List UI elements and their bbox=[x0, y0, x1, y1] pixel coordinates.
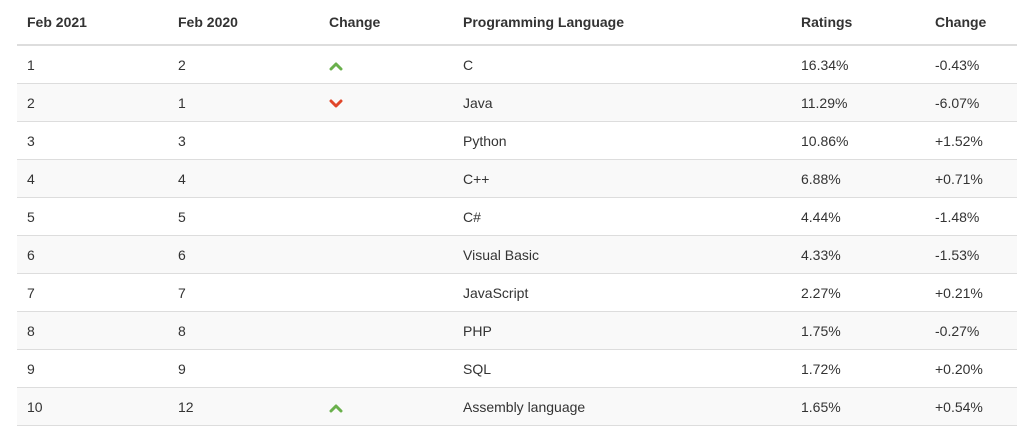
rank-2021-cell: 8 bbox=[17, 311, 168, 350]
trend-cell bbox=[319, 45, 453, 84]
rank-2021-cell: 7 bbox=[17, 273, 168, 312]
rank-2020-cell: 9 bbox=[168, 349, 319, 388]
header-ratings[interactable]: Ratings bbox=[791, 0, 925, 46]
trend-cell bbox=[319, 83, 453, 122]
trend-cell bbox=[319, 311, 453, 350]
language-cell: C bbox=[453, 45, 791, 84]
table-row[interactable]: 3 3 Python 10.86% +1.52% bbox=[17, 121, 1017, 160]
header-programming-language[interactable]: Programming Language bbox=[453, 0, 791, 46]
rank-2021-cell: 1 bbox=[17, 45, 168, 84]
rating-change-cell: +0.54% bbox=[925, 387, 1017, 426]
table-row[interactable]: 1 2 C 16.34% -0.43% bbox=[17, 45, 1017, 84]
chevron-up-icon bbox=[329, 61, 343, 71]
rank-2020-cell: 6 bbox=[168, 235, 319, 274]
rank-2020-cell: 3 bbox=[168, 121, 319, 160]
rating-cell: 1.75% bbox=[791, 311, 925, 350]
language-cell: C++ bbox=[453, 159, 791, 198]
rank-2021-cell: 5 bbox=[17, 197, 168, 236]
rating-change-cell: -0.27% bbox=[925, 311, 1017, 350]
trend-cell bbox=[319, 197, 453, 236]
rank-2020-cell: 12 bbox=[168, 387, 319, 426]
language-cell: Java bbox=[453, 83, 791, 122]
table-row[interactable]: 7 7 JavaScript 2.27% +0.21% bbox=[17, 273, 1017, 312]
trend-cell bbox=[319, 387, 453, 426]
language-cell: SQL bbox=[453, 349, 791, 388]
table-row[interactable]: 10 12 Assembly language 1.65% +0.54% bbox=[17, 387, 1017, 426]
table-row[interactable]: 4 4 C++ 6.88% +0.71% bbox=[17, 159, 1017, 198]
table-row[interactable]: 8 8 PHP 1.75% -0.27% bbox=[17, 311, 1017, 350]
language-cell: C# bbox=[453, 197, 791, 236]
language-cell: Python bbox=[453, 121, 791, 160]
rank-2021-cell: 4 bbox=[17, 159, 168, 198]
rating-cell: 4.33% bbox=[791, 235, 925, 274]
rating-change-cell: +1.52% bbox=[925, 121, 1017, 160]
rating-change-cell: -0.43% bbox=[925, 45, 1017, 84]
rank-2020-cell: 2 bbox=[168, 45, 319, 84]
rating-cell: 6.88% bbox=[791, 159, 925, 198]
rank-2020-cell: 1 bbox=[168, 83, 319, 122]
language-cell: Assembly language bbox=[453, 387, 791, 426]
rating-change-cell: -6.07% bbox=[925, 83, 1017, 122]
table-row[interactable]: 6 6 Visual Basic 4.33% -1.53% bbox=[17, 235, 1017, 274]
chevron-up-icon bbox=[329, 403, 343, 413]
trend-cell bbox=[319, 349, 453, 388]
language-cell: PHP bbox=[453, 311, 791, 350]
header-rating-change[interactable]: Change bbox=[925, 0, 1017, 46]
rank-2020-cell: 4 bbox=[168, 159, 319, 198]
table-row[interactable]: 2 1 Java 11.29% -6.07% bbox=[17, 83, 1017, 122]
rank-2020-cell: 7 bbox=[168, 273, 319, 312]
rating-cell: 10.86% bbox=[791, 121, 925, 160]
header-trend-change[interactable]: Change bbox=[319, 0, 453, 46]
rating-cell: 1.65% bbox=[791, 387, 925, 426]
rank-2021-cell: 10 bbox=[17, 387, 168, 426]
rank-2020-cell: 8 bbox=[168, 311, 319, 350]
rating-change-cell: -1.48% bbox=[925, 197, 1017, 236]
chevron-down-icon bbox=[329, 99, 343, 109]
language-ranking-table: Feb 2021 Feb 2020 Change Programming Lan… bbox=[17, 0, 1017, 426]
rating-cell: 1.72% bbox=[791, 349, 925, 388]
language-cell: Visual Basic bbox=[453, 235, 791, 274]
language-cell: JavaScript bbox=[453, 273, 791, 312]
rank-2020-cell: 5 bbox=[168, 197, 319, 236]
trend-cell bbox=[319, 159, 453, 198]
trend-cell bbox=[319, 235, 453, 274]
header-feb-2020[interactable]: Feb 2020 bbox=[168, 0, 319, 46]
rating-change-cell: +0.21% bbox=[925, 273, 1017, 312]
rating-cell: 11.29% bbox=[791, 83, 925, 122]
rating-cell: 4.44% bbox=[791, 197, 925, 236]
rank-2021-cell: 3 bbox=[17, 121, 168, 160]
trend-cell bbox=[319, 121, 453, 160]
trend-cell bbox=[319, 273, 453, 312]
ranking-table-container: Feb 2021 Feb 2020 Change Programming Lan… bbox=[17, 0, 1017, 426]
rank-2021-cell: 9 bbox=[17, 349, 168, 388]
rating-cell: 16.34% bbox=[791, 45, 925, 84]
rating-change-cell: +0.20% bbox=[925, 349, 1017, 388]
rank-2021-cell: 2 bbox=[17, 83, 168, 122]
table-body: 1 2 C 16.34% -0.43% 2 1 Java 11.29% -6.07% 3 3 Pytho… bbox=[17, 45, 1017, 426]
table-header: Feb 2021 Feb 2020 Change Programming Lan… bbox=[17, 0, 1017, 46]
rating-change-cell: +0.71% bbox=[925, 159, 1017, 198]
table-row[interactable]: 5 5 C# 4.44% -1.48% bbox=[17, 197, 1017, 236]
rating-cell: 2.27% bbox=[791, 273, 925, 312]
rating-change-cell: -1.53% bbox=[925, 235, 1017, 274]
table-row[interactable]: 9 9 SQL 1.72% +0.20% bbox=[17, 349, 1017, 388]
header-row: Feb 2021 Feb 2020 Change Programming Lan… bbox=[17, 0, 1017, 46]
header-feb-2021[interactable]: Feb 2021 bbox=[17, 0, 168, 46]
rank-2021-cell: 6 bbox=[17, 235, 168, 274]
